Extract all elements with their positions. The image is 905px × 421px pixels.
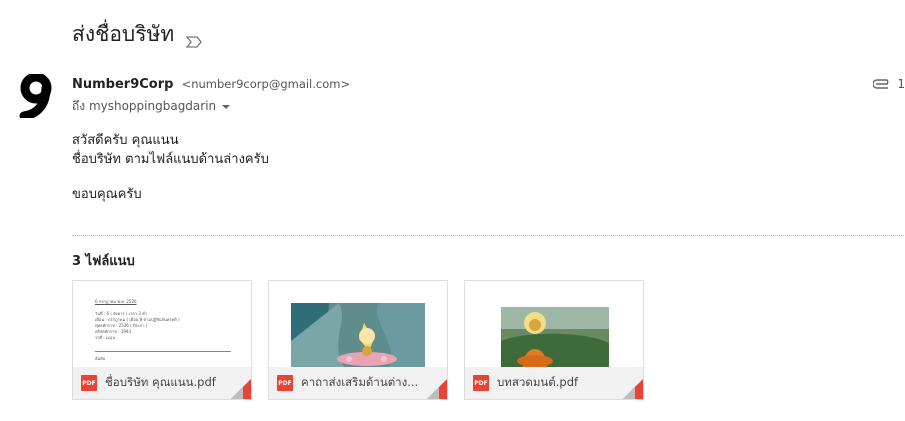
sender-avatar[interactable] xyxy=(18,72,56,121)
sender-line: Number9Corp <number9corp@gmail.com> xyxy=(72,77,350,92)
attachments-divider xyxy=(72,235,904,236)
body-line: ขอบคุณครับ xyxy=(72,187,142,202)
pdf-icon: PDF xyxy=(473,375,489,391)
attachment-thumbnail: 6 กรกฎาคม พ.ศ. 2536 วันที่ : 6 ( อังคาร … xyxy=(73,281,251,367)
email-body: สวัสดีครับ คุณแนน ชื่อบริษัท ตามไฟล์แนบด… xyxy=(72,131,269,204)
subject-text: ส่งชื่อบริษัท xyxy=(72,22,175,46)
doc-preview-line: ราศี : เมถุน xyxy=(95,335,115,340)
page-corner-icon xyxy=(623,379,643,399)
page-corner-icon xyxy=(427,379,447,399)
body-line: สวัสดีครับ คุณแนน xyxy=(72,133,179,148)
attachment-filename: บทสวดมนต์.pdf xyxy=(497,375,579,389)
attachment-thumbnail xyxy=(465,281,643,367)
sender-email: <number9corp@gmail.com> xyxy=(181,77,351,91)
attachment-filename: ชื่อบริษัท คุณแนน.pdf xyxy=(105,375,216,389)
doc-preview-line: อันดับ xyxy=(95,356,106,361)
body-line: ชื่อบริษัท ตามไฟล์แนบด้านล่างครับ xyxy=(72,152,269,167)
pdf-icon: PDF xyxy=(277,375,293,391)
paperclip-icon xyxy=(873,79,889,89)
attachment-indicator-count: 1 xyxy=(897,77,905,91)
recipient-line[interactable]: ถึง myshoppingbagdarin xyxy=(72,97,231,116)
document-preview: 6 กรกฎาคม พ.ศ. 2536 วันที่ : 6 ( อังคาร … xyxy=(95,299,231,362)
sender-name[interactable]: Number9Corp xyxy=(72,77,173,92)
recipient-details-dropdown-icon[interactable] xyxy=(222,104,231,109)
attachments-heading: 3 ไฟล์แนบ xyxy=(72,254,135,269)
page-corner-icon xyxy=(231,379,251,399)
attachment-footer: PDF บทสวดมนต์.pdf xyxy=(465,367,643,399)
attachment-indicator: 1 xyxy=(873,77,905,91)
recipient-text: ถึง myshoppingbagdarin xyxy=(72,99,217,113)
painting-preview-image xyxy=(269,281,447,367)
attachment-card[interactable]: 6 กรกฎาคม พ.ศ. 2536 วันที่ : 6 ( อังคาร … xyxy=(72,280,252,400)
attachment-filename: คาถาส่งเสริมด้านต่าง... xyxy=(301,375,419,389)
attachment-thumbnail xyxy=(269,281,447,367)
attachment-card[interactable]: PDF คาถาส่งเสริมด้านต่าง... xyxy=(268,280,448,400)
label-tag-icon[interactable] xyxy=(185,29,203,48)
pdf-icon: PDF xyxy=(81,375,97,391)
attachment-card[interactable]: PDF บทสวดมนต์.pdf xyxy=(464,280,644,400)
attachment-footer: PDF ชื่อบริษัท คุณแนน.pdf xyxy=(73,367,251,399)
attachment-footer: PDF คาถาส่งเสริมด้านต่าง... xyxy=(269,367,447,399)
buddha-preview-image xyxy=(465,281,643,367)
email-subject: ส่งชื่อบริษัท xyxy=(72,18,203,51)
